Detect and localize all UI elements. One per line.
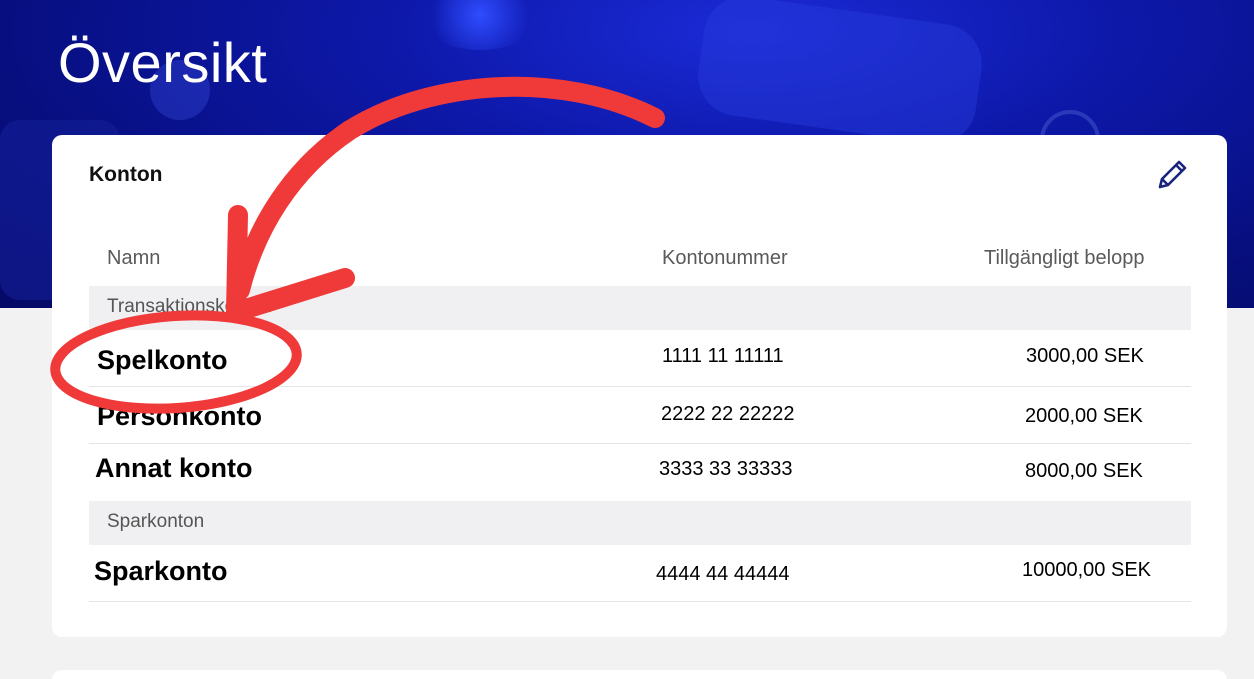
account-number: 2222 22 22222 bbox=[661, 403, 795, 425]
account-number: 1111 11 11111 bbox=[662, 345, 784, 367]
group-header-transaction-accounts: Transaktionskonton bbox=[89, 286, 1191, 330]
hero-decoration bbox=[420, 0, 540, 50]
hero-decoration bbox=[693, 0, 987, 149]
row-divider bbox=[89, 386, 1191, 387]
account-number: 3333 33 33333 bbox=[659, 458, 793, 480]
account-amount: 2000,00 SEK bbox=[1025, 405, 1143, 427]
page-title: Översikt bbox=[58, 31, 268, 94]
pencil-icon bbox=[1158, 160, 1187, 189]
group-header-savings-accounts: Sparkonton bbox=[89, 501, 1191, 545]
account-name[interactable]: Annat konto bbox=[95, 453, 252, 484]
secondary-card bbox=[52, 670, 1227, 679]
account-amount: 8000,00 SEK bbox=[1025, 460, 1143, 482]
account-amount: 3000,00 SEK bbox=[1026, 345, 1144, 367]
row-divider bbox=[89, 601, 1191, 602]
column-header-available-amount: Tillgängligt belopp bbox=[984, 247, 1145, 269]
account-name[interactable]: Personkonto bbox=[97, 401, 262, 432]
account-name[interactable]: Spelkonto bbox=[97, 345, 228, 376]
column-header-name: Namn bbox=[107, 247, 161, 269]
account-number: 4444 44 44444 bbox=[656, 563, 790, 585]
account-name[interactable]: Sparkonto bbox=[94, 556, 228, 587]
row-divider bbox=[89, 443, 1191, 444]
account-amount: 10000,00 SEK bbox=[1022, 559, 1151, 581]
edit-button[interactable] bbox=[1152, 155, 1192, 195]
card-title: Konton bbox=[89, 163, 163, 186]
column-header-account-number: Kontonummer bbox=[662, 247, 788, 269]
accounts-card: Konton Namn Kontonummer Tillgängligt bel… bbox=[52, 135, 1227, 637]
